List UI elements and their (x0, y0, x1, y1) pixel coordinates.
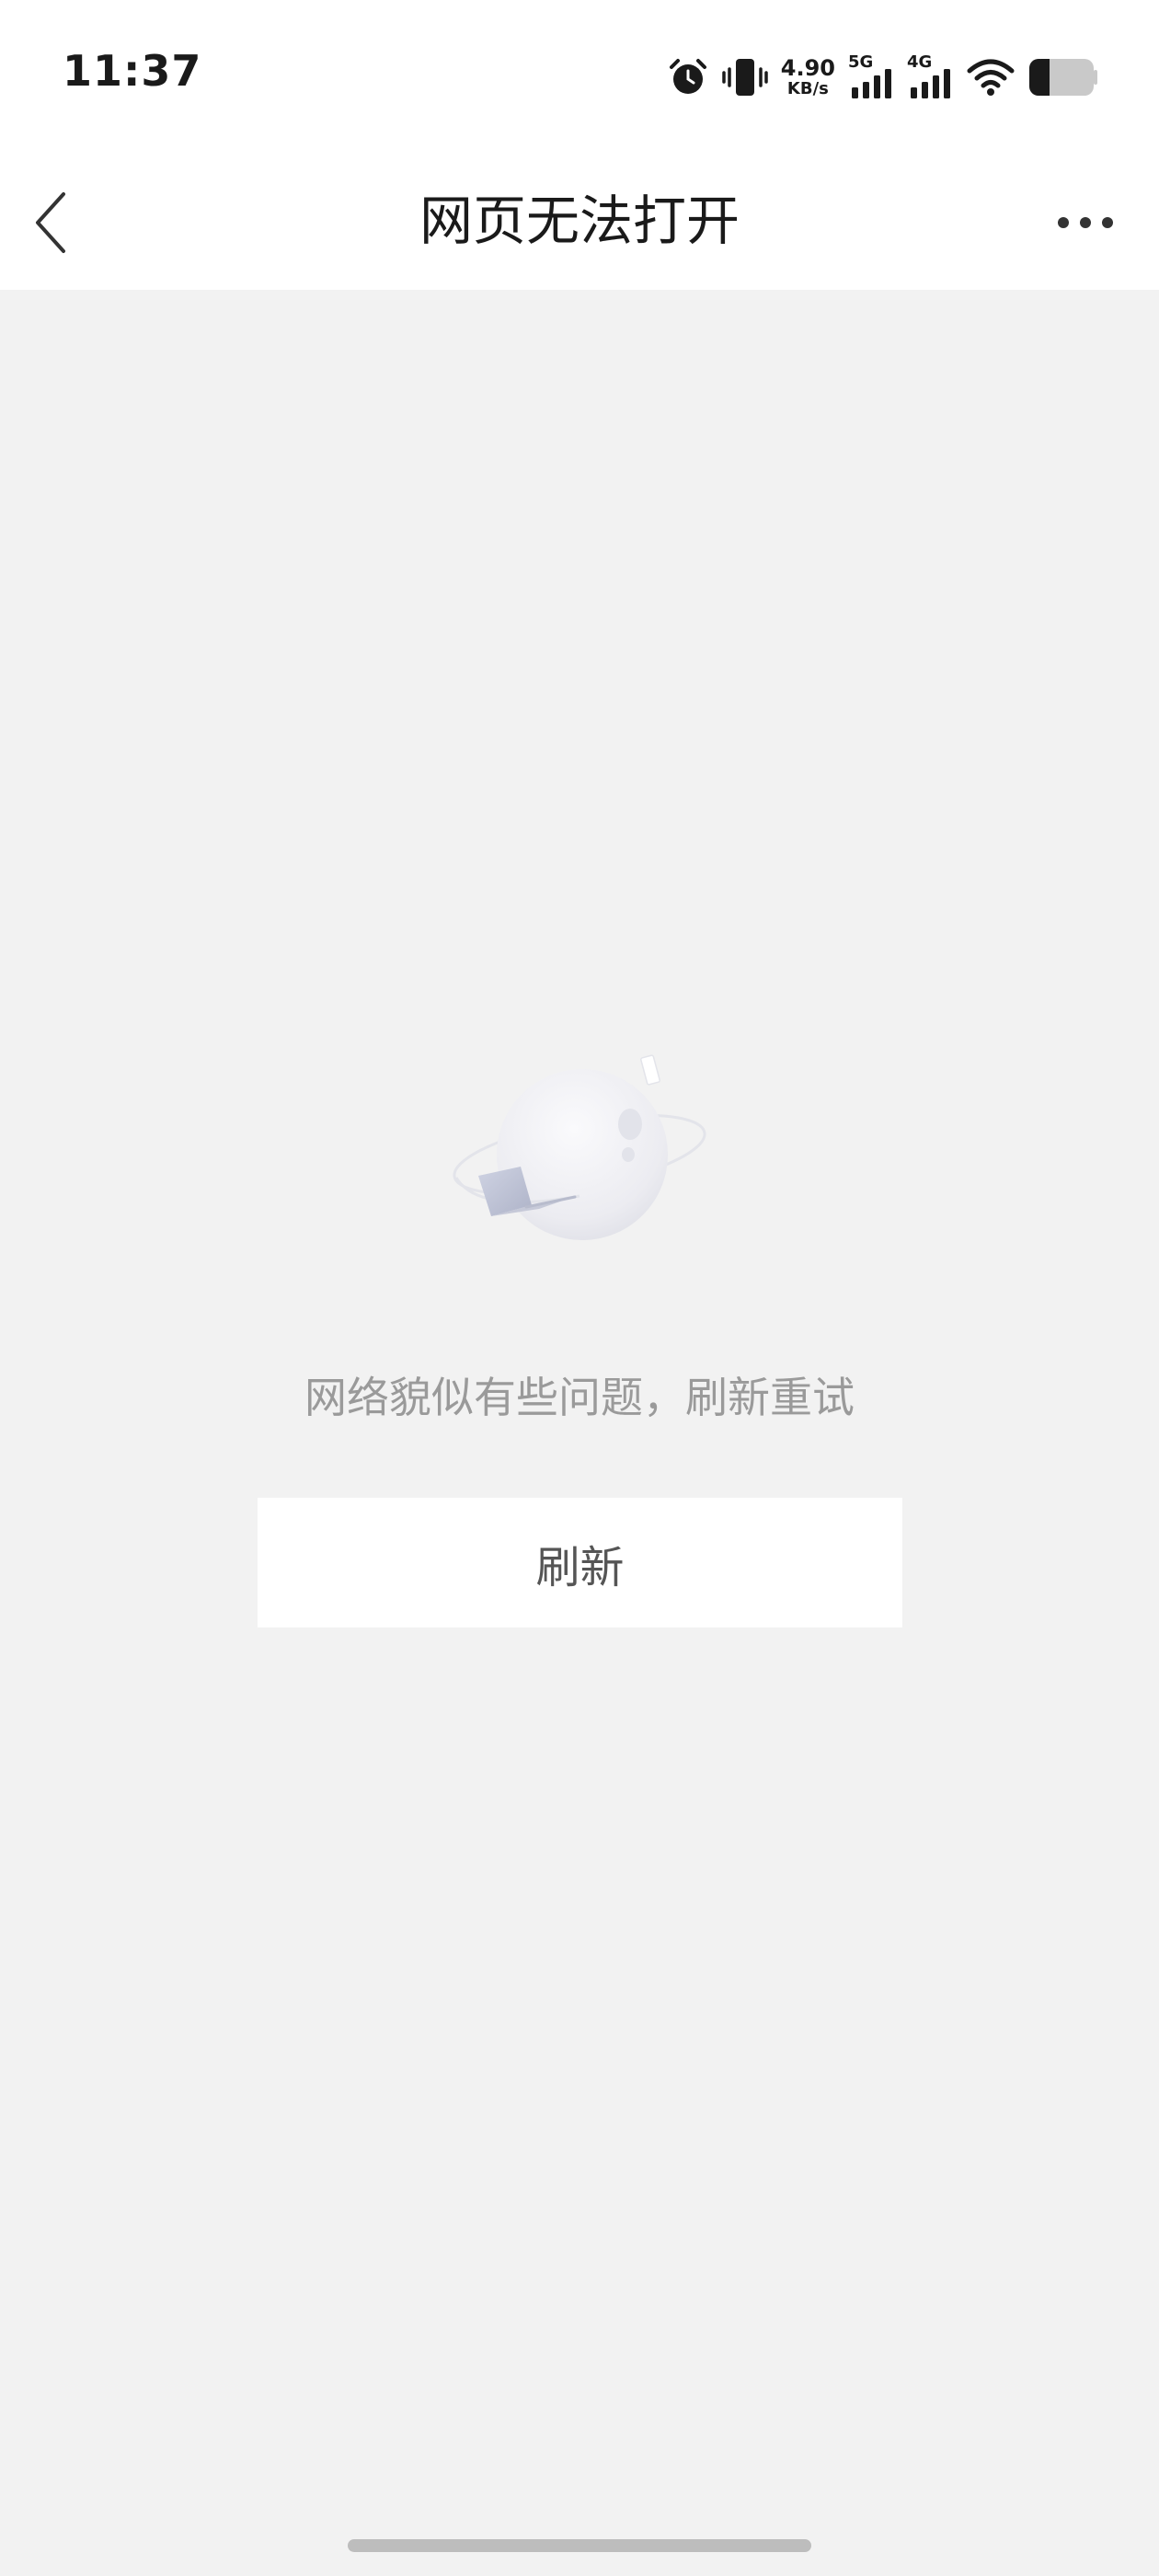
home-indicator[interactable] (348, 2539, 811, 2552)
planet-laptop-illustration (453, 1054, 706, 1240)
status-icons: 4.90 KB/s 5G 4G (667, 52, 1098, 101)
vibrate-icon (722, 59, 768, 96)
wifi-icon (967, 59, 1015, 96)
alarm-icon (669, 59, 706, 94)
net-speed-unit: KB/s (786, 79, 829, 98)
nav-bar: 网页无法打开 (0, 156, 1159, 290)
status-time: 11:37 (63, 46, 202, 96)
error-message: 网络貌似有些问题，刷新重试 (304, 1373, 855, 1422)
battery-icon (1029, 59, 1097, 96)
net-speed: 4.90 KB/s (781, 57, 835, 98)
more-dots-icon (1058, 217, 1113, 228)
signal-5g-icon: 5G (848, 52, 894, 98)
more-button[interactable] (1049, 195, 1122, 250)
status-bar: 11:37 4.90 KB/s 5G 4G (0, 0, 1159, 156)
signal-4g-icon: 4G (907, 52, 953, 98)
net-speed-value: 4.90 (780, 55, 835, 81)
refresh-button[interactable]: 刷新 (258, 1498, 902, 1627)
page-title: 网页无法打开 (419, 190, 740, 252)
